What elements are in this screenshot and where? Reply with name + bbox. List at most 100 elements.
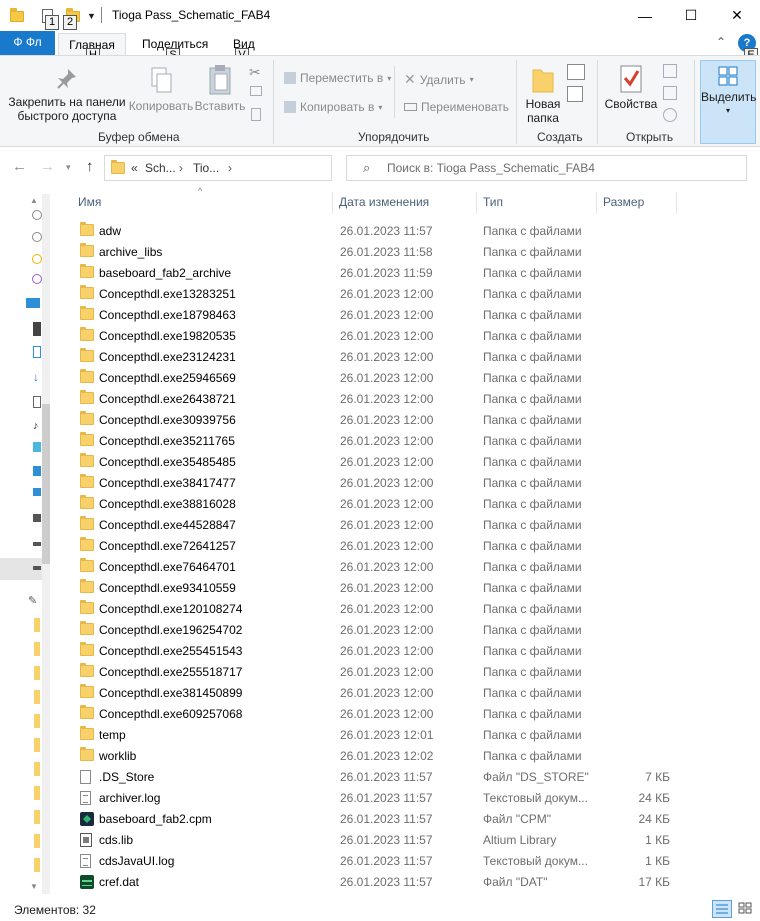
nav-folder-icon[interactable]	[34, 666, 40, 680]
file-row[interactable]: Concepthdl.exe13283251 26.01.2023 12:00 Па…	[70, 283, 760, 304]
copy-path-icon[interactable]	[250, 86, 262, 96]
file-row[interactable]: Concepthdl.exe35211765 26.01.2023 12:00 Па…	[70, 430, 760, 451]
move-to-button[interactable]: Переместить в ▾	[284, 71, 391, 85]
file-row[interactable]: Concepthdl.exe25946569 26.01.2023 12:00 Па…	[70, 367, 760, 388]
file-row[interactable]: cdsJavaUI.log 26.01.2023 11:57 Текстовый д…	[70, 850, 760, 871]
properties-button[interactable]: Свойства	[602, 64, 660, 111]
recent-locations-button[interactable]: ▾	[66, 162, 71, 173]
nav-folder-icon[interactable]	[34, 810, 40, 824]
nav-folder-icon[interactable]	[34, 618, 40, 632]
large-icons-view-button[interactable]	[736, 900, 756, 918]
open-icon[interactable]	[663, 64, 677, 78]
file-row[interactable]: cds.lib 26.01.2023 11:57 Altium Library 1 К…	[70, 829, 760, 850]
file-row[interactable]: Concepthdl.exe93410559 26.01.2023 12:00 Па…	[70, 577, 760, 598]
forward-button[interactable]: →	[40, 158, 55, 175]
drive-icon[interactable]	[33, 566, 41, 570]
file-row[interactable]: Concepthdl.exe44528847 26.01.2023 12:00 Па…	[70, 514, 760, 535]
nav-folder-icon[interactable]	[34, 834, 40, 848]
pin-quick-access-button[interactable]: Закрепить на панели быстрого доступа	[6, 66, 128, 123]
file-row[interactable]: adw 26.01.2023 11:57 Папка с файлами	[70, 220, 760, 241]
minimize-button[interactable]: —	[622, 0, 668, 31]
new-folder-button[interactable]: Новая папка	[522, 64, 564, 125]
nav-item-icon[interactable]	[33, 466, 41, 476]
file-row[interactable]: Concepthdl.exe38816028 26.01.2023 12:00 Па…	[70, 493, 760, 514]
file-row[interactable]: archive_libs 26.01.2023 11:58 Папка с файл…	[70, 241, 760, 262]
nav-item-icon[interactable]	[33, 346, 41, 358]
music-icon[interactable]: ♪	[33, 420, 39, 432]
file-row[interactable]: Concepthdl.exe30939756 26.01.2023 12:00 Па…	[70, 409, 760, 430]
ribbon-collapse-icon[interactable]: ⌃	[716, 35, 726, 49]
column-header-date[interactable]: Дата изменения	[339, 188, 475, 216]
column-divider[interactable]	[676, 192, 677, 214]
file-row[interactable]: Concepthdl.exe19820535 26.01.2023 12:00 Па…	[70, 325, 760, 346]
paste-shortcut-icon[interactable]	[251, 108, 261, 121]
nav-folder-icon[interactable]	[34, 690, 40, 704]
file-row[interactable]: Concepthdl.exe120108274 26.01.2023 12:00 П…	[70, 598, 760, 619]
cut-icon[interactable]: ✂	[249, 64, 261, 81]
search-box[interactable]: ⌕ Поиск в: Tioga Pass_Schematic_FAB4	[346, 155, 747, 181]
file-row[interactable]: Concepthdl.exe196254702 26.01.2023 12:00 П…	[70, 619, 760, 640]
nav-folder-icon[interactable]	[34, 786, 40, 800]
file-row[interactable]: Concepthdl.exe18798463 26.01.2023 12:00 Па…	[70, 304, 760, 325]
nav-folder-icon[interactable]	[34, 642, 40, 656]
column-divider[interactable]	[596, 192, 597, 214]
column-header-type[interactable]: Тип	[483, 188, 593, 216]
maximize-button[interactable]: ☐	[668, 0, 714, 31]
file-row[interactable]: Concepthdl.exe255451543 26.01.2023 12:00 П…	[70, 640, 760, 661]
select-button[interactable]: Выделить ▾	[700, 60, 756, 144]
easy-access-icon[interactable]	[567, 86, 583, 102]
nav-scroll-down-icon[interactable]: ▼	[30, 882, 38, 891]
nav-item-icon[interactable]	[32, 232, 42, 242]
new-item-icon[interactable]	[567, 64, 585, 80]
up-button[interactable]: ↑	[86, 158, 94, 175]
file-row[interactable]: temp 26.01.2023 12:01 Папка с файлами	[70, 724, 760, 745]
file-row[interactable]: baseboard_fab2.cpm 26.01.2023 11:57 Файл "…	[70, 808, 760, 829]
nav-item-icon[interactable]	[33, 442, 41, 452]
file-row[interactable]: Concepthdl.exe609257068 26.01.2023 12:00 П…	[70, 703, 760, 724]
history-icon[interactable]	[663, 108, 677, 122]
file-row[interactable]: archiver.log 26.01.2023 11:57 Текстовый до…	[70, 787, 760, 808]
breadcrumb-item[interactable]: Sch...	[145, 161, 176, 175]
breadcrumb-overflow[interactable]: «	[131, 161, 138, 175]
nav-item-icon[interactable]	[33, 488, 41, 496]
nav-folder-icon[interactable]	[34, 738, 40, 752]
close-button[interactable]: ✕	[714, 0, 760, 31]
drive-icon[interactable]	[33, 542, 41, 546]
file-row[interactable]: .DS_Store 26.01.2023 11:57 Файл "DS_STORE"…	[70, 766, 760, 787]
file-row[interactable]: Concepthdl.exe38417477 26.01.2023 12:00 Па…	[70, 472, 760, 493]
copy-to-button[interactable]: Копировать в ▾	[284, 100, 382, 114]
qat-customize-icon[interactable]: ▼	[87, 6, 96, 26]
back-button[interactable]: ←	[12, 158, 27, 175]
column-header-size[interactable]: Размер	[603, 188, 675, 216]
file-list-scrollbar[interactable]	[748, 188, 760, 898]
column-header-name[interactable]: Имя	[78, 188, 330, 216]
this-pc-icon[interactable]	[26, 298, 40, 308]
paste-button[interactable]: Вставить	[194, 64, 246, 113]
file-row[interactable]: baseboard_fab2_archive 26.01.2023 11:59 Па…	[70, 262, 760, 283]
nav-item-icon[interactable]	[33, 322, 41, 336]
copy-button[interactable]: Копировать	[126, 66, 196, 113]
file-row[interactable]: Concepthdl.exe76464701 26.01.2023 12:00 Па…	[70, 556, 760, 577]
nav-item-icon[interactable]	[32, 210, 42, 220]
nav-folder-icon[interactable]	[34, 762, 40, 776]
column-divider[interactable]	[332, 192, 333, 214]
rename-button[interactable]: Переименовать	[404, 100, 509, 114]
downloads-icon[interactable]: ↓	[33, 370, 39, 384]
file-row[interactable]: Concepthdl.exe26438721 26.01.2023 12:00 Па…	[70, 388, 760, 409]
address-bar[interactable]: « Sch... › Tio... › ▾ ⟳	[104, 155, 429, 181]
file-row[interactable]: Concepthdl.exe35485485 26.01.2023 12:00 Па…	[70, 451, 760, 472]
delete-button[interactable]: ✕ Удалить ▾	[404, 71, 474, 88]
file-row[interactable]: Concepthdl.exe381450899 26.01.2023 12:00 П…	[70, 682, 760, 703]
nav-folder-icon[interactable]	[34, 858, 40, 872]
drive-icon[interactable]	[33, 514, 41, 522]
column-divider[interactable]	[476, 192, 477, 214]
nav-item-icon[interactable]	[32, 274, 42, 284]
navigation-pane-scroll-thumb[interactable]	[42, 404, 50, 564]
tab-file[interactable]: Ф Фл	[0, 31, 55, 55]
nav-folder-icon[interactable]	[34, 714, 40, 728]
nav-scroll-up-icon[interactable]: ▲	[30, 196, 38, 205]
nav-item-icon[interactable]	[32, 254, 42, 264]
breadcrumb-item[interactable]: Tio...	[193, 161, 219, 175]
file-row[interactable]: Concepthdl.exe23124231 26.01.2023 12:00 Па…	[70, 346, 760, 367]
usb-drive-icon[interactable]: ✎	[28, 594, 37, 607]
